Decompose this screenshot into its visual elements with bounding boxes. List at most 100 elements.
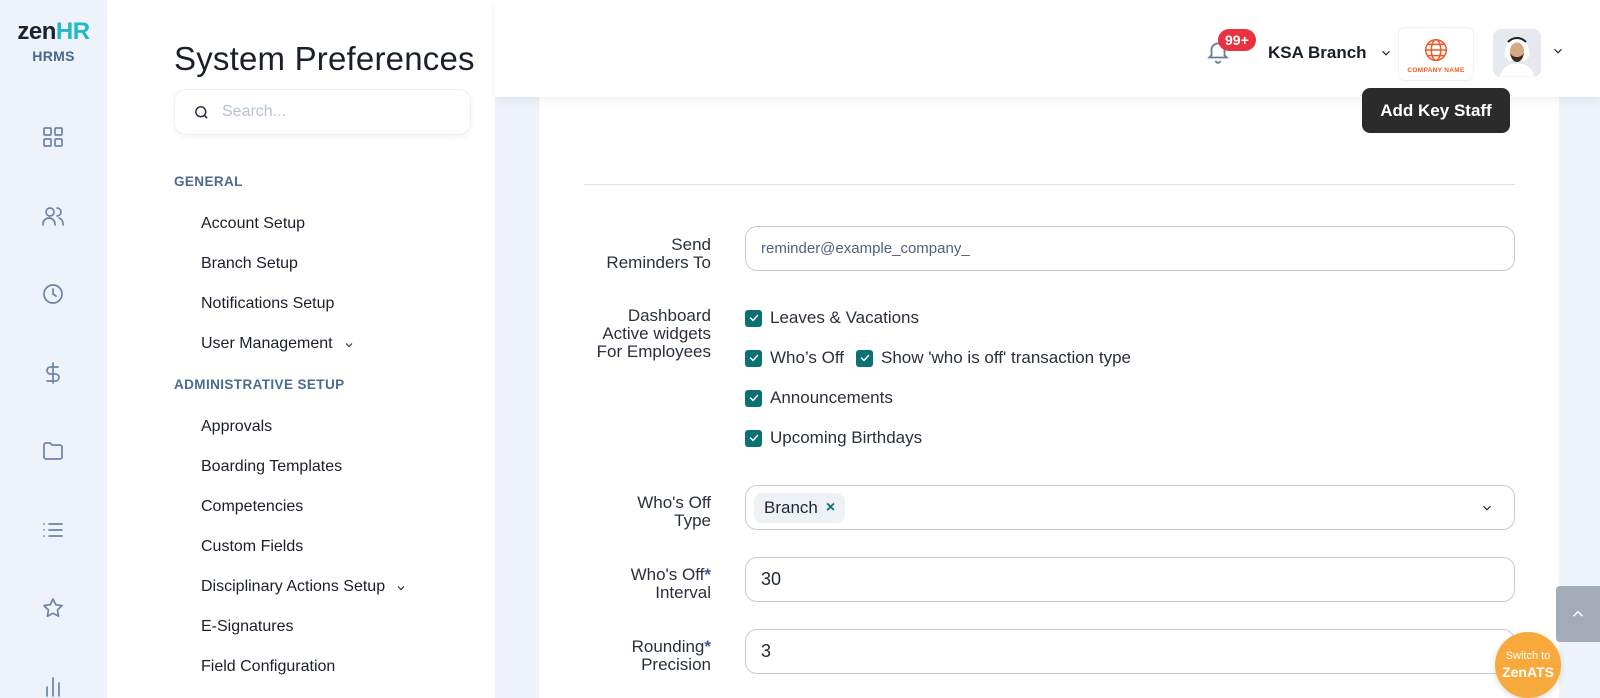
send-reminders-email-field[interactable] [745,226,1515,271]
sidebar-item-label: Approvals [201,418,273,435]
whos-off-type-select[interactable]: Branch × [745,485,1515,530]
sidebar-item-disciplinary-actions-setup[interactable]: Disciplinary Actions Setup [201,578,407,596]
checkbox-whos-off[interactable]: Who’s Off [745,348,844,368]
sidebar-item-label: Competencies [201,498,304,515]
checkbox-label: Announcements [770,388,893,407]
send-reminders-label: Send Reminders To [606,236,711,272]
settings-card [539,60,1559,698]
chevron-down-icon [1480,501,1494,520]
add-key-staff-button[interactable]: Add Key Staff [1362,88,1510,133]
checkbox-show-who-is-off-type[interactable]: Show 'who is off' transaction type [856,348,1131,368]
dashboard-icon[interactable] [38,122,68,152]
label-line: Active widgets [602,324,711,343]
user-avatar[interactable] [1493,29,1541,77]
chip-label: Branch [764,498,818,517]
whos-off-type-label: Who's Off Type [637,494,711,530]
whos-off-interval-label: Who's Off* Interval [631,566,711,602]
checkbox-checked-icon[interactable] [745,429,762,447]
label-line: Who's Off [637,493,711,512]
sidebar-item-branch-setup[interactable]: Branch Setup [201,255,298,273]
branch-label: KSA Branch [1268,43,1367,62]
company-logo[interactable]: COMPANY NAME [1399,28,1473,80]
sidebar-item-field-configuration[interactable]: Field Configuration [201,658,335,676]
sidebar-item-label: Boarding Templates [201,458,343,475]
checkbox-label: Leaves & Vacations [770,308,919,327]
page-title: System Preferences [174,40,475,77]
switch-to-zenats-button[interactable]: Switch to ZenATS [1495,632,1561,698]
whos-off-interval-field[interactable] [745,557,1515,602]
app-logo[interactable]: zenHR HRMS [0,18,107,64]
label-line: Who's Off* [631,566,711,584]
label-line: Dashboard [627,306,711,325]
sidebar-item-label: Branch Setup [201,255,298,272]
scroll-to-top-button[interactable] [1556,586,1600,642]
list-icon[interactable] [38,515,68,545]
notification-count-badge: 99+ [1218,29,1256,51]
rounding-precision-field[interactable] [745,629,1515,674]
label-line: Rounding* [632,638,711,656]
icon-rail: zenHR HRMS [0,0,107,698]
chevron-down-icon [343,338,355,350]
widget-option-row: Announcements [745,388,905,408]
label-line: Precision [641,655,711,674]
selected-chip: Branch × [754,493,846,523]
label-line: Type [674,511,711,530]
sidebar-item-label: E-Signatures [201,618,294,635]
widget-option-row: Upcoming Birthdays [745,428,934,448]
section-divider [584,184,1515,185]
folder-icon[interactable] [38,436,68,466]
checkbox-checked-icon[interactable] [745,309,762,327]
checkbox-checked-icon[interactable] [745,389,762,407]
chart-icon[interactable] [38,672,68,698]
checkbox-leaves-vacations[interactable]: Leaves & Vacations [745,308,919,328]
sidebar-item-account-setup[interactable]: Account Setup [201,215,305,233]
search-icon [195,105,208,119]
checkbox-label: Show 'who is off' transaction type [881,348,1131,367]
sidebar-item-label: Custom Fields [201,538,304,555]
sidebar-item-custom-fields[interactable]: Custom Fields [201,538,303,556]
chevron-down-icon [395,581,407,593]
section-heading-general: GENERAL [174,174,243,189]
search-box[interactable] [174,89,471,135]
widget-option-row: Who’s Off Show 'who is off' transaction … [745,348,1143,368]
sidebar-item-label: User Management [201,335,333,352]
globe-icon [1424,38,1448,61]
dollar-icon[interactable] [38,358,68,388]
account-menu-toggle[interactable] [1539,44,1565,63]
clock-icon[interactable] [38,279,68,309]
checkbox-checked-icon[interactable] [745,349,762,367]
branch-selector[interactable]: KSA Branch [1268,43,1393,63]
section-heading-administrative-setup: ADMINISTRATIVE SETUP [174,377,345,392]
chevron-down-icon [1554,48,1562,54]
search-input[interactable] [222,103,442,121]
people-icon[interactable] [38,201,68,231]
checkbox-upcoming-birthdays[interactable]: Upcoming Birthdays [745,428,922,448]
brand-zen: zen [17,18,56,45]
company-name-text: COMPANY NAME [1407,66,1465,74]
switch-line1: Switch to [1505,650,1551,662]
label-line: Reminders To [606,253,711,272]
sidebar-item-label: Notifications Setup [201,295,335,312]
label-text: Who's Off [630,565,705,584]
chip-remove-icon[interactable]: × [826,499,835,517]
sidebar-item-label: Field Configuration [201,658,336,675]
sidebar-item-label: Account Setup [201,215,306,232]
sidebar-item-e-signatures[interactable]: E-Signatures [201,618,294,636]
sidebar-item-user-management[interactable]: User Management [201,335,355,353]
required-mark: * [704,565,711,584]
dashboard-widgets-label: Dashboard Active widgets For Employees [597,307,711,361]
avatar-image [1493,29,1541,77]
settings-sidebar: System Preferences GENERAL Account Setup… [107,0,495,698]
checkbox-label: Who’s Off [770,348,845,367]
sidebar-item-boarding-templates[interactable]: Boarding Templates [201,458,342,476]
label-line: Interval [655,583,711,602]
chevron-up-icon [1572,610,1584,617]
sidebar-item-competencies[interactable]: Competencies [201,498,303,516]
star-icon[interactable] [38,593,68,623]
widget-option-row: Leaves & Vacations [745,308,931,328]
checkbox-announcements[interactable]: Announcements [745,388,893,408]
sidebar-item-label: Disciplinary Actions Setup [201,578,386,595]
checkbox-checked-icon[interactable] [856,349,874,367]
sidebar-item-notifications-setup[interactable]: Notifications Setup [201,295,334,313]
sidebar-item-approvals[interactable]: Approvals [201,418,272,436]
